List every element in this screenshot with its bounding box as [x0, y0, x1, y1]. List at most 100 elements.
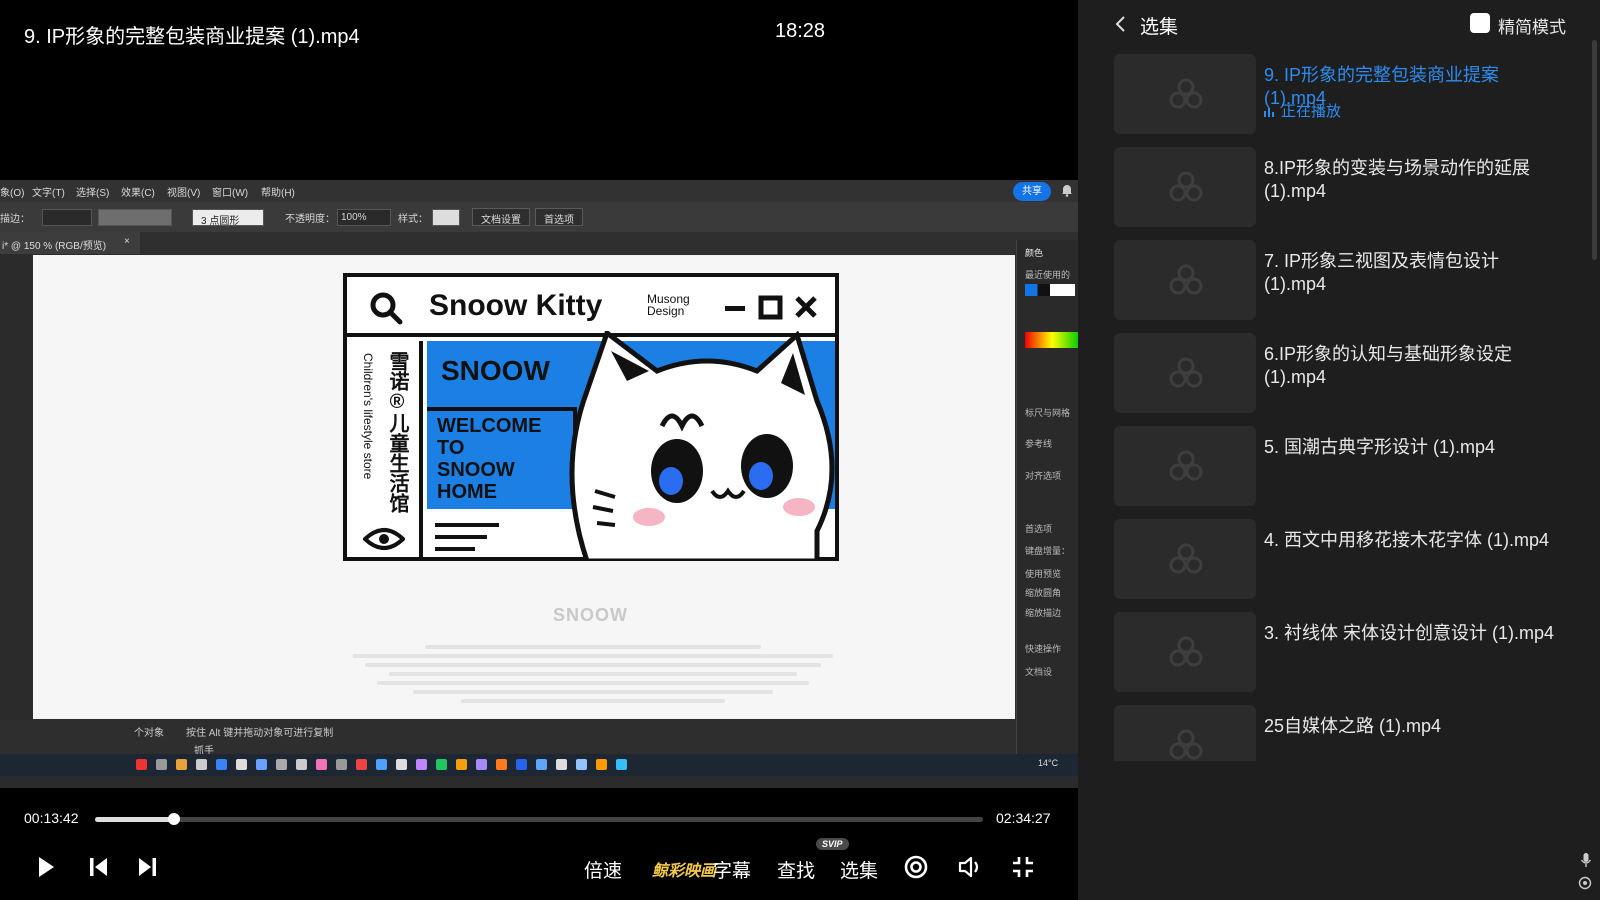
now-playing-badge: 正在播放: [1264, 100, 1341, 121]
playlist-item[interactable]: 5. 国潮古典字形设计 (1).mp4: [1114, 426, 1574, 508]
os-taskbar: 14°C: [0, 754, 1078, 776]
taskbar-app-icon: [476, 759, 487, 770]
artwork-welcome: WELCOME TO SNOOW HOME: [427, 407, 577, 509]
playlist-item[interactable]: 7. IP形象三视图及表情包设计 (1).mp4: [1114, 240, 1574, 322]
search-icon: [370, 292, 403, 325]
menu-item: 象(O): [0, 188, 25, 199]
video-thumbnail: [1114, 147, 1256, 227]
progress-thumb[interactable]: [167, 813, 180, 825]
taskbar-app-icon: [136, 759, 147, 770]
microphone-icon[interactable]: [1580, 852, 1592, 868]
style-box: [432, 209, 460, 226]
panel-label: 最近使用的: [1025, 270, 1071, 280]
now-playing-label: 正在播放: [1281, 103, 1342, 120]
artwork-header: Snoow Kitty Musong Design: [347, 277, 835, 337]
opacity-box: 100%: [337, 209, 391, 226]
exit-fullscreen-icon[interactable]: [1010, 854, 1036, 880]
taskbar-app-icon: [156, 759, 167, 770]
play-icon[interactable]: [32, 854, 58, 880]
player-top-bar: 9. IP形象的完整包装商业提案 (1).mp4 18:28: [0, 0, 1078, 66]
taskbar-app-icon: [196, 759, 207, 770]
taskbar-app-icon: [556, 759, 567, 770]
video-thumbnail: [1114, 426, 1256, 506]
menu-item: 效果(C): [121, 188, 155, 199]
menu-item: 帮助(H): [261, 188, 295, 199]
playlist-item[interactable]: 25自媒体之路 (1).mp4: [1114, 705, 1574, 761]
opacity-label: 不透明度：: [285, 214, 335, 225]
control-bar: 倍速 鲸彩映画 字幕 查找 SVIP 选集: [0, 838, 1078, 900]
placeholder-logo-icon: [1169, 171, 1203, 202]
playlist-item[interactable]: 8.IP形象的变装与场景动作的延展 (1).mp4: [1114, 147, 1574, 229]
welcome-line: SNOOW: [437, 459, 515, 481]
find-button[interactable]: 查找: [777, 856, 815, 883]
progress-row: 00:13:42 02:34:27: [0, 800, 1078, 830]
back-icon[interactable]: [1114, 14, 1128, 34]
simple-mode-checkbox[interactable]: [1470, 13, 1490, 33]
taskbar-app-icon: [456, 759, 467, 770]
placeholder-logo-icon: [1169, 78, 1203, 109]
menu-item: 文字(T): [32, 188, 65, 199]
progress-bar[interactable]: [95, 813, 983, 825]
playlist-item-title: 4. 西文中用移花接木花字体 (1).mp4: [1264, 530, 1550, 550]
video-frame[interactable]: 象(O) 文字(T) 选择(S) 效果(C) 视图(V) 窗口(W) 帮助(H)…: [0, 180, 1078, 788]
taskbar-app-icon: [256, 759, 267, 770]
playlist-item[interactable]: 4. 西文中用移花接木花字体 (1).mp4: [1114, 519, 1574, 601]
taskbar-app-icon: [496, 759, 507, 770]
artwork-vertical-cn: 雪诺®儿童生活馆: [386, 351, 408, 513]
taskbar-app-icon: [536, 759, 547, 770]
volume-icon[interactable]: [957, 854, 983, 880]
taskbar-app-icon: [356, 759, 367, 770]
artwork-subtitle: Musong Design: [647, 293, 690, 317]
playlist-scrollbar[interactable]: [1592, 40, 1597, 260]
playlist-item[interactable]: 6.IP形象的认知与基础形象设定 (1).mp4: [1114, 333, 1574, 415]
playlist-header: 选集 精简模式: [1078, 0, 1600, 48]
brand-button[interactable]: 鲸彩映画: [652, 857, 716, 881]
speed-button[interactable]: 倍速: [584, 856, 622, 883]
panel-label: 首选项: [1025, 524, 1053, 534]
status-objects: 个对象: [134, 728, 164, 739]
canvas-footer-brand: SNOOW: [553, 605, 628, 625]
subtitle-button[interactable]: 字幕: [713, 856, 751, 883]
playlist-item[interactable]: 9. IP形象的完整包装商业提案 (1).mp4 正在播放: [1114, 54, 1574, 136]
illustrator-tab-bar: i* @ 150 % (RGB/预览) ×: [0, 232, 1078, 254]
settings-icon[interactable]: [903, 854, 929, 880]
canvas-body-text: [353, 640, 833, 708]
playlist-item[interactable]: 3. 衬线体 宋体设计创意设计 (1).mp4: [1114, 612, 1574, 694]
playlist-panel: 选集 精简模式 9. IP形象的完整包装商业提案 (1).mp4 正在播放 8.…: [1078, 0, 1600, 900]
simple-mode-label[interactable]: 精简模式: [1498, 13, 1566, 38]
menu-item: 窗口(W): [212, 188, 249, 199]
welcome-line: TO: [437, 437, 465, 459]
taskbar-app-icon: [176, 759, 187, 770]
total-time: 02:34:27: [996, 810, 1051, 826]
artwork-brand: Snoow Kitty: [429, 289, 603, 322]
panel-checkbox-label: 使用预览: [1025, 569, 1062, 579]
target-icon[interactable]: [1578, 876, 1592, 890]
text-lines-icon: [435, 523, 499, 551]
panel-checkbox-label: 缩放描边: [1025, 608, 1062, 618]
close-icon: ×: [124, 236, 130, 247]
color-spectrum: [1025, 332, 1078, 348]
svip-badge: SVIP: [816, 838, 849, 850]
video-player[interactable]: 9. IP形象的完整包装商业提案 (1).mp4 18:28 象(O) 文字(T…: [0, 0, 1078, 900]
playlist-item-title: 5. 国潮古典字形设计 (1).mp4: [1264, 437, 1496, 457]
doc-setup-button: 文档设置: [472, 208, 530, 226]
video-thumbnail: [1114, 54, 1256, 134]
share-button: 共享: [1013, 182, 1051, 201]
taskbar-app-icon: [616, 759, 627, 770]
window-controls-icon: [725, 295, 817, 320]
progress-fill: [95, 817, 174, 822]
preferences-button: 首选项: [535, 208, 583, 226]
illustrator-statusbar: 个对象 按住 Alt 键并拖动对象可进行复制 抓手: [0, 720, 1016, 757]
next-icon[interactable]: [134, 854, 160, 880]
playlist-item-title: 3. 衬线体 宋体设计创意设计 (1).mp4: [1264, 623, 1555, 643]
video-thumbnail: [1114, 612, 1256, 692]
color-box: [98, 209, 172, 226]
previous-icon[interactable]: [86, 854, 112, 880]
swatches: [1025, 284, 1075, 296]
taskbar-app-icon: [296, 759, 307, 770]
panel-label: 键盘增量：: [1025, 546, 1071, 556]
video-title: 9. IP形象的完整包装商业提案 (1).mp4: [24, 26, 360, 48]
panel-label: 快速操作: [1025, 644, 1062, 654]
episodes-button[interactable]: 选集: [840, 856, 878, 883]
taskbar-app-icon: [216, 759, 227, 770]
